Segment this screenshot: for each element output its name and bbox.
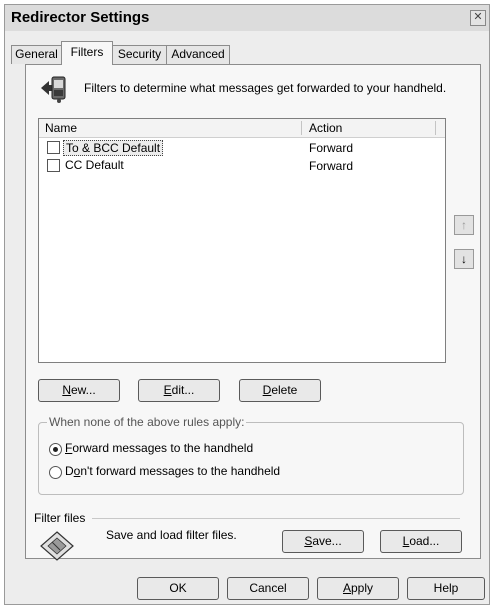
tab-general[interactable]: General <box>11 45 62 64</box>
save-filters-button[interactable]: Save... <box>282 530 364 553</box>
filter-enable-checkbox[interactable] <box>47 141 60 154</box>
help-button[interactable]: Help <box>407 577 485 600</box>
filter-files-description: Save and load filter files. <box>106 528 237 542</box>
cancel-button[interactable]: Cancel <box>227 577 309 600</box>
list-item[interactable]: CC Default Forward <box>39 157 445 175</box>
move-down-button[interactable]: ↓ <box>454 249 474 269</box>
filter-name: To & BCC Default <box>63 140 164 156</box>
filter-files-divider <box>92 518 460 519</box>
arrow-down-icon: ↓ <box>461 252 467 266</box>
apply-button[interactable]: Apply <box>317 577 399 600</box>
column-header-action[interactable]: Action <box>309 121 342 135</box>
title-bar: Redirector Settings ✕ <box>5 5 489 31</box>
filter-list-header: Name Action <box>39 119 445 138</box>
dont-forward-messages-label[interactable]: Don't forward messages to the handheld <box>65 464 280 478</box>
default-rule-group: When none of the above rules apply: Forw… <box>38 415 464 495</box>
filter-enable-checkbox[interactable] <box>47 159 60 172</box>
column-header-name[interactable]: Name <box>45 121 77 135</box>
forward-messages-radio[interactable] <box>49 443 62 456</box>
arrow-up-icon: ↑ <box>461 218 467 232</box>
filter-action: Forward <box>309 141 354 155</box>
tab-filters[interactable]: Filters <box>61 41 113 65</box>
load-filters-button[interactable]: Load... <box>380 530 462 553</box>
new-filter-button[interactable]: New... <box>38 379 120 402</box>
list-item[interactable]: To & BCC Default Forward <box>39 139 445 157</box>
default-rule-legend: When none of the above rules apply: <box>47 415 247 429</box>
tab-security[interactable]: Security <box>112 45 167 64</box>
edit-filter-button[interactable]: Edit... <box>138 379 220 402</box>
filter-name: CC Default <box>65 158 124 172</box>
tab-advanced[interactable]: Advanced <box>166 45 230 64</box>
floppy-disk-icon <box>40 531 74 561</box>
window-title: Redirector Settings <box>11 9 150 26</box>
filter-list[interactable]: Name Action To & BCC Default Forward CC … <box>38 118 446 363</box>
ok-button[interactable]: OK <box>137 577 219 600</box>
column-divider[interactable] <box>301 121 302 135</box>
move-up-button[interactable]: ↑ <box>454 215 474 235</box>
forward-messages-label[interactable]: Forward messages to the handheld <box>65 441 253 455</box>
dont-forward-messages-radio[interactable] <box>49 466 62 479</box>
filter-files-label: Filter files <box>34 511 86 525</box>
column-divider[interactable] <box>435 121 436 135</box>
filters-description: Filters to determine what messages get f… <box>84 81 447 95</box>
delete-filter-button[interactable]: Delete <box>239 379 321 402</box>
filters-panel: Filters to determine what messages get f… <box>25 64 481 561</box>
filter-action: Forward <box>309 159 354 173</box>
redirector-settings-window: Redirector Settings ✕ General Filters Se… <box>4 4 490 605</box>
handheld-forward-icon <box>41 76 66 103</box>
close-icon[interactable]: ✕ <box>470 10 486 26</box>
